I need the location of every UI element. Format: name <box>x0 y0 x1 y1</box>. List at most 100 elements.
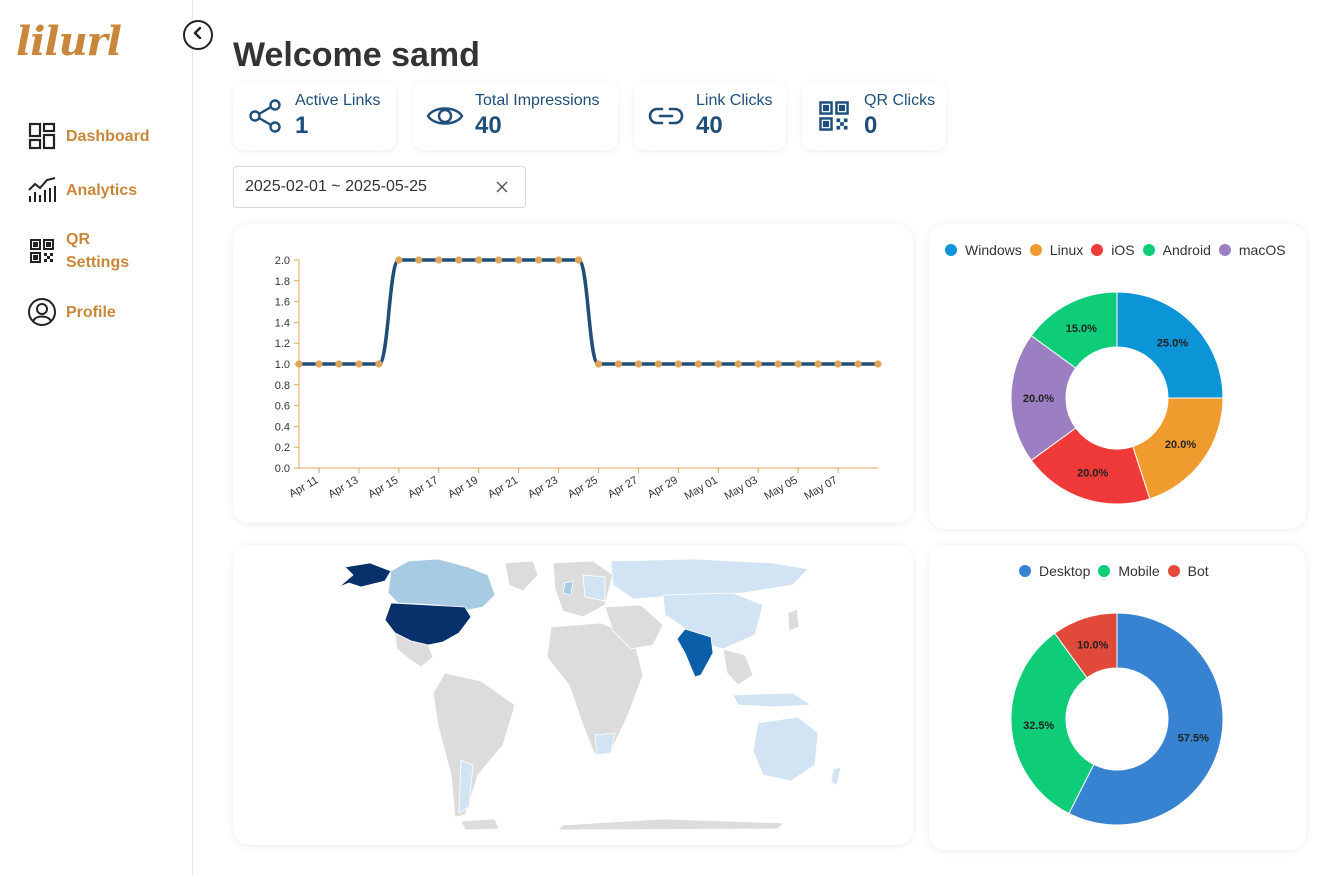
x-tick-label: May 01 <box>683 474 720 502</box>
stat-card-link-clicks: Link Clicks 40 <box>634 82 786 150</box>
x-tick-label: Apr 15 <box>366 474 400 501</box>
data-point <box>295 360 303 368</box>
sidebar-item-profile[interactable]: Profile <box>26 296 186 328</box>
y-tick-label: 1.6 <box>275 297 290 309</box>
x-tick-label: May 03 <box>722 474 759 502</box>
map-region-europe-east <box>582 574 606 602</box>
app-logo[interactable]: lilurl <box>16 18 122 65</box>
slice-label: 15.0% <box>1066 323 1097 335</box>
qr-label-line1: QR <box>66 231 90 248</box>
map-region-greenland <box>504 560 539 592</box>
data-point <box>694 360 702 368</box>
series-line <box>299 258 878 366</box>
data-point <box>634 360 643 368</box>
x-tick-label: Apr 13 <box>326 474 360 501</box>
sidebar-item-label: Dashboard <box>66 127 150 145</box>
data-point <box>574 256 583 264</box>
sidebar-item-qr-settings[interactable]: QR Settings <box>26 228 186 274</box>
slice-label: 57.5% <box>1178 732 1209 744</box>
x-tick-label: Apr 25 <box>566 474 600 501</box>
x-tick-label: Apr 29 <box>646 474 680 501</box>
sidebar: lilurl Dashboard Analytics QR Settings P… <box>0 0 193 875</box>
y-tick-label: 1.8 <box>275 276 290 288</box>
slice-label: 32.5% <box>1023 720 1054 732</box>
data-point <box>355 360 363 368</box>
world-map <box>338 558 842 831</box>
data-point <box>754 360 762 368</box>
qr-label-line2: Settings <box>66 254 130 271</box>
data-point <box>475 256 483 264</box>
stat-label: Total Impressions <box>475 92 600 109</box>
world-map-panel <box>233 545 913 845</box>
clicks-line-chart-panel: 0.0 0.2 0.4 0.6 0.8 1.0 1.2 1.4 1.6 1.8 2.0 Apr 11 A… <box>233 224 913 523</box>
sidebar-item-analytics[interactable]: Analytics <box>26 174 186 206</box>
stat-label: Link Clicks <box>696 92 773 109</box>
link-icon <box>646 96 686 136</box>
device-donut-chart: 57.5% 32.5% 10.0% <box>1010 612 1224 826</box>
sidebar-item-dashboard[interactable]: Dashboard <box>26 120 186 152</box>
data-point <box>654 360 662 368</box>
y-tick-label: 1.4 <box>275 317 290 329</box>
slice-label: 20.0% <box>1077 468 1108 480</box>
stat-value: 40 <box>475 112 502 139</box>
slice-label: 25.0% <box>1157 337 1188 349</box>
y-tick-label: 1.0 <box>275 359 290 371</box>
x-tick-label: Apr 21 <box>486 474 520 501</box>
data-point <box>874 360 882 368</box>
x-tick-label: May 07 <box>802 474 839 502</box>
clear-icon[interactable] <box>493 178 511 196</box>
stat-card-total-impressions: Total Impressions 40 <box>413 82 618 150</box>
y-tick-label: 0.8 <box>275 380 290 392</box>
data-point <box>534 256 543 264</box>
y-tick-label: 0.2 <box>275 442 290 454</box>
user-circle-icon <box>26 296 58 328</box>
data-point <box>814 360 822 368</box>
sidebar-item-label: Analytics <box>66 181 138 199</box>
data-point <box>395 256 403 264</box>
map-region-argentina <box>458 759 474 814</box>
map-region-canada <box>387 558 496 612</box>
map-region-antarctica <box>557 818 784 831</box>
map-region-indonesia <box>732 692 813 708</box>
x-tick-label: Apr 23 <box>526 474 560 501</box>
data-point <box>315 360 323 368</box>
map-region-south-america <box>432 672 516 818</box>
chevron-left-icon <box>192 26 204 44</box>
share-icon <box>245 96 285 136</box>
x-tick-label: Apr 11 <box>287 474 320 500</box>
map-region-south-africa <box>594 732 616 756</box>
x-tick-label: Apr 17 <box>406 474 440 501</box>
data-point <box>834 360 842 368</box>
date-range-value: 2025-02-01 ~ 2025-05-25 <box>245 178 427 195</box>
data-point <box>335 360 343 368</box>
y-tick-label: 1.2 <box>275 338 290 350</box>
device-donut-chart-panel: Desktop Mobile Bot 57.5% 32.5% 10.0% <box>929 545 1306 850</box>
map-region-southeast-asia <box>722 648 754 686</box>
data-point <box>774 360 782 368</box>
map-region-alaska <box>338 562 392 588</box>
y-tick-label: 0.4 <box>275 421 290 433</box>
qr-code-icon <box>814 96 854 136</box>
data-point <box>435 256 443 264</box>
data-point <box>375 360 383 368</box>
data-point <box>714 360 722 368</box>
data-point <box>674 360 682 368</box>
dashboard-icon <box>26 120 58 152</box>
stat-value: 40 <box>696 112 723 139</box>
data-point <box>515 256 523 264</box>
sidebar-item-label: QR Settings <box>66 228 129 274</box>
data-point <box>734 360 742 368</box>
data-point <box>794 360 802 368</box>
stat-label: QR Clicks <box>864 92 936 109</box>
slice-label: 20.0% <box>1023 393 1054 405</box>
x-tick-label: Apr 19 <box>446 474 480 501</box>
clicks-line-chart: 0.00.20.40.60.81.01.21.41.61.82.0Apr 11 A… <box>275 255 882 503</box>
map-region-antarctica-west <box>460 818 500 831</box>
collapse-sidebar-button[interactable] <box>183 20 213 50</box>
date-range-picker[interactable]: 2025-02-01 ~ 2025-05-25 <box>233 166 526 208</box>
data-point <box>614 360 623 368</box>
qr-code-icon <box>26 235 58 267</box>
y-tick-label: 0.6 <box>275 401 290 413</box>
data-point <box>415 256 423 264</box>
x-tick-label: Apr 27 <box>606 474 640 501</box>
